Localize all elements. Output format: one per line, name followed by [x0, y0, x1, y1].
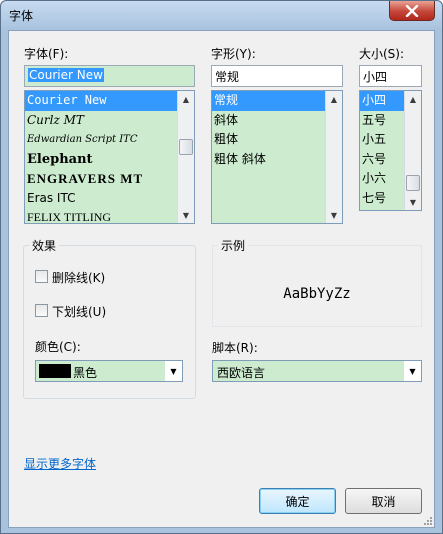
font-label: 字体(F): — [24, 47, 69, 61]
window-title: 字体 — [9, 9, 34, 23]
dialog-body: 字体(F): Courier New Courier New Curlz MT Ed… — [8, 30, 435, 528]
style-value: 常规 — [215, 70, 240, 84]
list-item[interactable]: 斜体 — [212, 111, 325, 131]
chevron-down-icon[interactable]: ▼ — [165, 361, 182, 381]
list-item[interactable]: 五号 — [360, 111, 404, 131]
close-button[interactable] — [389, 1, 435, 21]
sample-title: 示例 — [218, 237, 249, 254]
size-value: 小四 — [363, 70, 388, 84]
underline-checkbox[interactable] — [35, 304, 48, 317]
cancel-button[interactable]: 取消 — [345, 488, 422, 514]
show-more-fonts-link[interactable]: 显示更多字体 — [24, 455, 96, 472]
list-item[interactable]: 六号 — [360, 150, 404, 170]
scroll-down-icon[interactable]: ▼ — [178, 207, 194, 223]
list-item[interactable]: Elephant — [25, 150, 177, 170]
size-input[interactable]: 小四 — [359, 65, 422, 87]
sample-group: AaBbYyZz — [212, 245, 422, 327]
chevron-down-icon[interactable]: ▼ — [404, 361, 421, 381]
list-item[interactable]: 常规 — [212, 91, 325, 111]
color-swatch — [39, 364, 71, 378]
scroll-thumb[interactable] — [406, 175, 420, 191]
font-name-input[interactable]: Courier New — [24, 65, 195, 87]
list-item[interactable]: Courier New — [25, 91, 177, 111]
scroll-down-icon[interactable]: ▼ — [405, 194, 421, 210]
color-value: 黑色 — [73, 366, 98, 380]
strikeout-label: 删除线(K) — [52, 271, 106, 285]
close-icon — [405, 4, 419, 17]
script-value: 西欧语言 — [217, 366, 266, 380]
font-name-value: Courier New — [28, 68, 104, 82]
resize-grip-icon[interactable] — [422, 515, 432, 525]
color-select[interactable]: 黑色 ▼ — [35, 360, 183, 382]
size-label: 大小(S): — [359, 47, 405, 61]
color-label: 颜色(C): — [35, 340, 81, 354]
effects-title: 效果 — [29, 237, 60, 254]
scroll-up-icon[interactable]: ▲ — [326, 91, 342, 107]
font-list[interactable]: Courier New Curlz MT Edwardian Script ITC E… — [24, 90, 195, 224]
scroll-up-icon[interactable]: ▲ — [405, 91, 421, 107]
sample-text: AaBbYyZz — [283, 286, 351, 302]
list-item[interactable]: 七号 — [360, 189, 404, 209]
scroll-up-icon[interactable]: ▲ — [178, 91, 194, 107]
size-list-scrollbar[interactable]: ▲ ▼ — [404, 91, 421, 210]
scroll-thumb[interactable] — [179, 139, 193, 155]
list-item[interactable]: 八号 — [360, 208, 404, 210]
script-select[interactable]: 西欧语言 ▼ — [212, 360, 422, 382]
style-list[interactable]: 常规 斜体 粗体 粗体 斜体 ▲ ▼ — [211, 90, 343, 224]
style-list-scrollbar[interactable]: ▲ ▼ — [325, 91, 342, 223]
list-item[interactable]: 粗体 斜体 — [212, 150, 325, 170]
list-item[interactable]: 小六 — [360, 169, 404, 189]
list-item[interactable]: 小五 — [360, 130, 404, 150]
list-item[interactable]: 小四 — [360, 91, 404, 111]
style-label: 字形(Y): — [211, 47, 256, 61]
strikeout-checkbox[interactable] — [35, 270, 48, 283]
script-label: 脚本(R): — [212, 341, 258, 355]
underline-label: 下划线(U) — [52, 305, 107, 319]
font-dialog: 字体 字体(F): Courier New Courier New Curlz M… — [0, 0, 443, 534]
size-list[interactable]: 小四五号小五六号小六七号八号 ▲ ▼ — [359, 90, 422, 211]
scroll-down-icon[interactable]: ▼ — [326, 207, 342, 223]
font-list-scrollbar[interactable]: ▲ ▼ — [177, 91, 194, 223]
style-input[interactable]: 常规 — [211, 65, 343, 87]
ok-button[interactable]: 确定 — [259, 488, 336, 514]
list-item[interactable]: Eras ITC — [25, 189, 177, 209]
list-item[interactable]: Curlz MT — [25, 111, 177, 131]
list-item[interactable]: ENGRAVERS MT — [25, 169, 177, 189]
title-bar[interactable]: 字体 — [1, 1, 442, 29]
list-item[interactable]: 粗体 — [212, 130, 325, 150]
list-item[interactable]: Edwardian Script ITC — [25, 130, 177, 150]
list-item[interactable]: FELIX TITLING — [25, 208, 177, 223]
